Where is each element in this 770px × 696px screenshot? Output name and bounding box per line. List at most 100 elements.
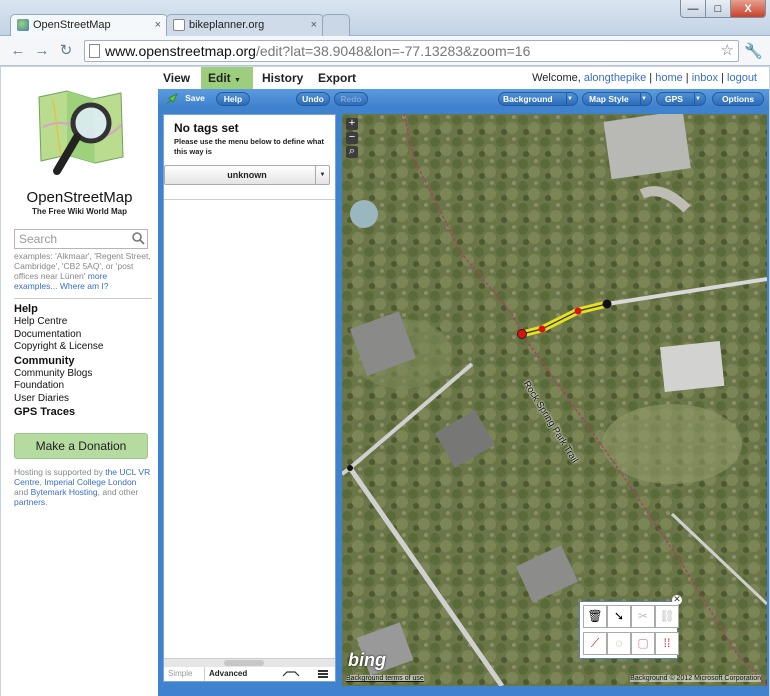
options-button[interactable]: Options (712, 92, 764, 106)
tab-view[interactable]: View (163, 67, 190, 89)
gps-traces-heading[interactable]: GPS Traces (14, 405, 154, 419)
wrench-menu-icon[interactable]: 🔧 (744, 42, 763, 60)
delete-tool-trash-icon[interactable]: 🗑 (583, 605, 607, 628)
horizontal-scrollbar[interactable] (164, 658, 335, 667)
tag-list (164, 199, 335, 659)
tab-edit-label: Edit (208, 71, 231, 85)
browser-toolbar: ← → ↻ www.openstreetmap.org/edit?lat=38.… (0, 36, 770, 66)
address-bar[interactable]: www.openstreetmap.org/edit?lat=38.9048&l… (84, 40, 739, 62)
community-heading[interactable]: Community (14, 354, 154, 368)
merge-tool-icon[interactable]: ⛓ (655, 605, 679, 628)
user-links: Welcome, alongthepike | home | inbox | l… (532, 72, 757, 84)
feature-type-select[interactable]: unknown ▼ (164, 165, 330, 185)
reload-icon[interactable]: ↻ (56, 41, 76, 61)
tab-history[interactable]: History (262, 67, 303, 89)
tab-close-icon[interactable]: × (155, 15, 161, 35)
direction-arrow-tool-icon[interactable]: ➘ (607, 605, 631, 628)
browser-titlebar: OpenStreetMap × bikeplanner.org × — □ X (0, 0, 770, 36)
search-hint-text: examples: 'Alkmaar', 'Regent Street, Cam… (14, 251, 151, 281)
way-relations-icon[interactable] (282, 670, 300, 678)
help-heading[interactable]: Help (14, 302, 154, 316)
redo-button[interactable]: Redo (334, 92, 368, 106)
url-host: www.openstreetmap.org (105, 43, 256, 59)
tool-palette: ✕ 🗑 ➘ ✂ ⛓ ⟋ ◌ ▢ ⁞⁞ (579, 595, 682, 659)
zoom-in-button[interactable]: + (346, 118, 358, 130)
partners-link[interactable]: partners (14, 497, 45, 507)
site-title: OpenStreetMap (26, 189, 133, 206)
dropdown-arrow-icon: ▼ (566, 93, 577, 105)
tab-edit[interactable]: Edit ▼ (201, 67, 253, 89)
map-style-button[interactable]: Map Style ▼ (582, 92, 652, 106)
zoom-out-button[interactable]: − (346, 132, 358, 144)
hosting-end: . (45, 497, 48, 507)
hosting-other: , and other (97, 487, 139, 497)
hosting-and: and (14, 487, 29, 497)
top-nav: View Edit ▼ History Export Welcome, alon… (158, 67, 769, 89)
sidebar-item-help-centre[interactable]: Help Centre (14, 316, 154, 329)
save-button[interactable]: Save (180, 92, 210, 106)
scissors-tool-icon[interactable]: ✂ (631, 605, 655, 628)
osm-logo-icon[interactable] (33, 87, 129, 183)
tab-bikeplanner[interactable]: bikeplanner.org × (166, 14, 324, 36)
caret-down-icon: ▼ (234, 77, 241, 84)
maximize-button[interactable]: □ (705, 0, 731, 18)
page-favicon-icon (173, 19, 185, 31)
bytemark-link[interactable]: Bytemark Hosting (31, 487, 98, 497)
search-input[interactable]: Search (14, 229, 148, 249)
hosting-note: Hosting is supported by the UCL VR Centr… (14, 467, 152, 507)
tab-simple[interactable]: Simple (168, 667, 192, 681)
search-hint: examples: 'Alkmaar', 'Regent Street, Cam… (14, 251, 152, 291)
new-tab-button[interactable] (322, 14, 350, 36)
imperial-link[interactable]: Imperial College London (44, 477, 136, 487)
undo-button[interactable]: Undo (296, 92, 330, 106)
gps-button[interactable]: GPS ▼ (656, 92, 706, 106)
osm-favicon-icon (17, 19, 29, 31)
where-am-i-link[interactable]: Where am I? (60, 281, 109, 291)
sidebar-item-foundation[interactable]: Foundation (14, 380, 154, 393)
background-button[interactable]: Background ▼ (498, 92, 578, 106)
tag-panel-desc-line1: Please use the menu below to define what (174, 137, 325, 146)
aerial-imagery (342, 114, 767, 686)
straighten-tool-icon[interactable]: ⟋ (583, 632, 607, 655)
scroll-thumb[interactable] (224, 660, 264, 666)
logout-link[interactable]: logout (727, 72, 757, 84)
donate-button[interactable]: Make a Donation (14, 433, 148, 459)
dropdown-arrow-icon: ▼ (694, 93, 705, 105)
background-terms-link[interactable]: Background terms of use (346, 675, 424, 682)
help-button[interactable]: Help (216, 92, 250, 106)
dropdown-arrow-icon: ▼ (315, 166, 329, 184)
sidebar-item-user-diaries[interactable]: User Diaries (14, 393, 154, 406)
back-arrow-icon[interactable]: ← (8, 41, 28, 61)
tab-openstreetmap[interactable]: OpenStreetMap × (10, 14, 168, 36)
map-canvas[interactable]: + − ⌕ Rock Spring Park Trail bing Backgr… (342, 114, 767, 686)
save-arrow-icon (166, 91, 180, 105)
forward-arrow-icon[interactable]: → (32, 41, 52, 61)
sidebar-item-community-blogs[interactable]: Community Blogs (14, 368, 154, 381)
parallel-tool-icon[interactable]: ⁞⁞ (655, 632, 679, 655)
tag-panel-title: No tags set (174, 121, 239, 135)
sidebar-item-copyright[interactable]: Copyright & License (14, 341, 154, 354)
dropdown-arrow-icon: ▼ (640, 93, 651, 105)
tab-export[interactable]: Export (318, 67, 356, 89)
minimize-button[interactable]: — (680, 0, 706, 18)
tab-title: OpenStreetMap (33, 19, 111, 31)
panel-menu-icon[interactable] (318, 670, 328, 678)
bing-logo: bing (348, 650, 386, 670)
close-window-button[interactable]: X (730, 0, 766, 18)
search-icon[interactable] (131, 231, 145, 245)
zoom-search-icon[interactable]: ⌕ (346, 146, 358, 158)
tab-close-icon[interactable]: × (311, 15, 317, 35)
gps-label: GPS (665, 94, 683, 104)
tag-panel-tabs: Simple Advanced (164, 667, 335, 681)
close-icon[interactable]: ✕ (672, 595, 682, 605)
tab-advanced[interactable]: Advanced (204, 667, 247, 681)
sidebar-item-documentation[interactable]: Documentation (14, 329, 154, 342)
bookmark-star-icon[interactable]: ☆ (721, 41, 734, 61)
username-link[interactable]: alongthepike (584, 72, 646, 84)
square-tool-icon[interactable]: ▢ (631, 632, 655, 655)
inbox-link[interactable]: inbox (692, 72, 718, 84)
editor-toolbar: Save Help Undo Redo Background ▼ Map Sty… (158, 89, 769, 109)
zoom-controls: + − ⌕ (346, 118, 360, 160)
circularise-tool-icon[interactable]: ◌ (607, 632, 631, 655)
home-link[interactable]: home (655, 72, 683, 84)
